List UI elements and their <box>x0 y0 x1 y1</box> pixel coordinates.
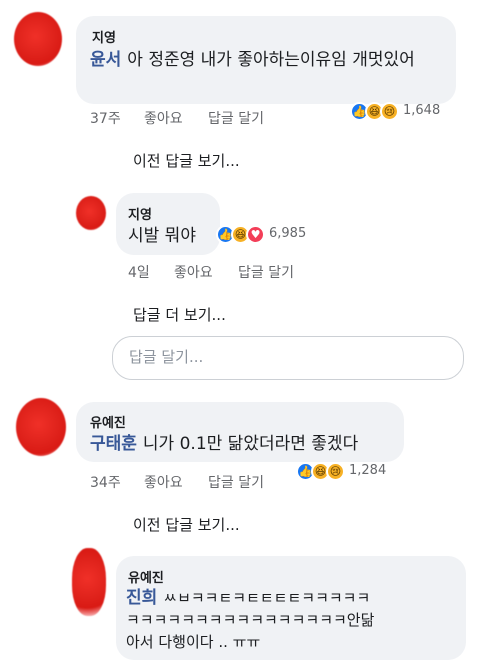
comment-time[interactable]: 37주 <box>90 108 121 128</box>
sad-icon: 😢 <box>326 462 345 481</box>
comment-author[interactable]: 유예진 <box>90 412 126 431</box>
comment-body: 시발 뭐야 <box>128 226 196 246</box>
comment-author[interactable]: 지영 <box>128 204 152 223</box>
reaction-summary[interactable]: 👍 😆 😢 1,648 <box>350 102 460 122</box>
like-link[interactable]: 좋아요 <box>144 472 183 492</box>
comment-author[interactable]: 지영 <box>92 27 116 46</box>
reaction-count: 6,985 <box>269 226 307 241</box>
comment-bubble: 유예진 구태훈 니가 0.1만 닮았더라면 좋겠다 <box>76 402 404 462</box>
reaction-summary[interactable]: 👍 😆 ♥ 6,985 <box>216 225 326 245</box>
mention-tag[interactable]: 윤서 <box>90 50 121 70</box>
love-icon: ♥ <box>246 225 265 244</box>
reply-input[interactable] <box>129 345 429 369</box>
comment-time[interactable]: 4일 <box>128 262 150 282</box>
comment-meta: 34주 좋아요 답글 달기 <box>90 472 290 492</box>
sad-icon: 😢 <box>380 102 399 121</box>
avatar[interactable] <box>16 398 66 456</box>
reply-input-box[interactable] <box>112 336 464 380</box>
avatar[interactable] <box>72 548 106 616</box>
like-link[interactable]: 좋아요 <box>144 108 183 128</box>
comment-bubble: 지영 윤서 아 정준영 내가 좋아하는이유임 개멋있어 <box>76 16 456 104</box>
comment-text: 진희 ㅆㅂㅋㅋㅌㅋㅌㅌㅌㅌㅋㅋㅋㅋㅋ ㅋㅋㅋㅋㅋㅋㅋㅋㅋㅋㅋㅋㅋㅋㅋㅋ안닮 아서 … <box>126 587 462 653</box>
mention-tag[interactable]: 진희 <box>126 588 157 608</box>
avatar[interactable] <box>76 196 106 230</box>
avatar[interactable] <box>14 12 62 66</box>
reaction-summary[interactable]: 👍 😆 😢 1,284 <box>296 462 406 482</box>
comment-body-line-1: ㅆㅂㅋㅋㅌㅋㅌㅌㅌㅌㅋㅋㅋㅋㅋ <box>163 589 371 607</box>
like-link[interactable]: 좋아요 <box>174 262 213 282</box>
comment-body: 아 정준영 내가 좋아하는이유임 개멋있어 <box>127 50 415 70</box>
comment-author[interactable]: 유예진 <box>128 567 164 586</box>
comment-text: 구태훈 니가 0.1만 닮았더라면 좋겠다 <box>90 433 358 455</box>
comment-body: 니가 0.1만 닮았더라면 좋겠다 <box>142 434 359 454</box>
comment-body-line-3: 아서 다행이다 .. ㅠㅠ <box>126 633 261 651</box>
reaction-count: 1,284 <box>349 463 387 478</box>
view-more-replies-link[interactable]: 답글 더 보기... <box>133 304 226 325</box>
comment-body-line-2: ㅋㅋㅋㅋㅋㅋㅋㅋㅋㅋㅋㅋㅋㅋㅋㅋ안닮 <box>126 611 375 629</box>
comment-meta: 4일 좋아요 답글 달기 <box>128 262 328 282</box>
view-previous-replies-link[interactable]: 이전 답글 보기... <box>133 150 240 171</box>
comment-bubble: 유예진 진희 ㅆㅂㅋㅋㅌㅋㅌㅌㅌㅌㅋㅋㅋㅋㅋ ㅋㅋㅋㅋㅋㅋㅋㅋㅋㅋㅋㅋㅋㅋㅋㅋ안닮… <box>116 556 466 660</box>
reply-link[interactable]: 답글 달기 <box>208 108 264 128</box>
reply-link[interactable]: 답글 달기 <box>238 262 294 282</box>
comment-meta: 37주 좋아요 답글 달기 <box>90 108 290 128</box>
comment-bubble: 지영 시발 뭐야 <box>116 193 220 255</box>
reaction-count: 1,648 <box>403 103 441 118</box>
view-previous-replies-link[interactable]: 이전 답글 보기... <box>133 514 240 535</box>
reply-link[interactable]: 답글 달기 <box>208 472 264 492</box>
mention-tag[interactable]: 구태훈 <box>90 434 137 454</box>
comment-text: 윤서 아 정준영 내가 좋아하는이유임 개멋있어 <box>90 49 450 71</box>
comment-time[interactable]: 34주 <box>90 472 121 492</box>
